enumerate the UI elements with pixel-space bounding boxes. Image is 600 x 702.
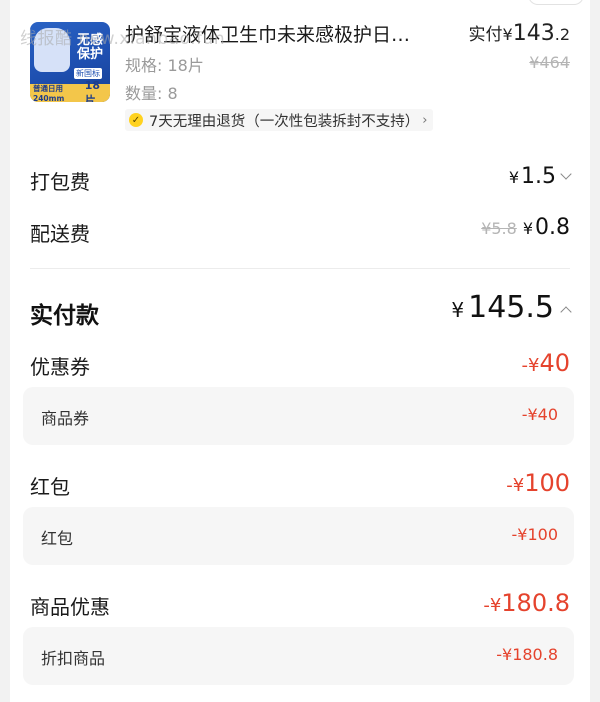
product-original-price: ¥464 bbox=[529, 53, 570, 72]
coupon-detail-label: 商品券 bbox=[41, 409, 90, 428]
red-packet-detail-label: 红包 bbox=[41, 529, 74, 548]
product-image-bar: 普通日用240mm 18片 bbox=[30, 79, 110, 102]
watermark: 线报酷 new.xianbao.fun bbox=[20, 29, 226, 49]
return-policy-text: 7天无理由退货（一次性包装拆封不支持） bbox=[149, 113, 420, 130]
divider bbox=[30, 268, 570, 269]
product-discount-detail-label: 折扣商品 bbox=[41, 649, 106, 668]
product-spec: 规格: 18片 bbox=[125, 56, 204, 75]
product-quantity: 数量: 8 bbox=[125, 84, 178, 103]
product-paid-price: 实付 ¥ 143 .2 bbox=[468, 21, 570, 46]
red-packet-detail-box: 红包 -¥100 bbox=[23, 507, 574, 565]
return-policy-tag[interactable]: ✓ 7天无理由退货（一次性包装拆封不支持） › bbox=[125, 109, 434, 131]
chevron-right-icon: › bbox=[422, 112, 428, 128]
coupon-label: 优惠券 bbox=[30, 355, 90, 379]
packing-fee-value: 1.5 bbox=[521, 164, 556, 189]
delivery-fee-label: 配送费 bbox=[30, 222, 90, 246]
product-discount-value: -¥180.8 bbox=[483, 589, 570, 617]
chevron-down-icon bbox=[560, 168, 572, 180]
product-discount-label: 商品优惠 bbox=[30, 595, 110, 619]
red-packet-label: 红包 bbox=[30, 475, 70, 499]
product-discount-detail-box: 折扣商品 -¥180.8 bbox=[23, 627, 574, 685]
packing-fee-label: 打包费 bbox=[30, 170, 90, 194]
product-discount-detail-value: -¥180.8 bbox=[496, 645, 558, 664]
coupon-value: -¥40 bbox=[521, 349, 571, 377]
product-image-tag: 新国标 bbox=[74, 68, 102, 79]
red-packet-value: -¥100 bbox=[506, 469, 570, 497]
total-paid-value: 145.5 bbox=[468, 290, 554, 325]
total-paid-label: 实付款 bbox=[30, 303, 99, 329]
top-pill bbox=[528, 0, 584, 5]
coupon-detail-box: 商品券 -¥40 bbox=[23, 387, 574, 445]
check-icon: ✓ bbox=[129, 113, 143, 127]
delivery-fee-value: 0.8 bbox=[535, 215, 570, 240]
chevron-up-icon bbox=[560, 306, 572, 318]
delivery-fee: ¥5.8 ¥ 0.8 bbox=[481, 215, 570, 240]
delivery-fee-original: ¥5.8 bbox=[481, 219, 517, 238]
red-packet-detail-value: -¥100 bbox=[511, 525, 559, 544]
total-paid-toggle[interactable]: ¥ 145.5 bbox=[451, 290, 572, 325]
packing-fee-toggle[interactable]: ¥ 1.5 bbox=[509, 164, 572, 189]
coupon-detail-value: -¥40 bbox=[521, 405, 558, 424]
